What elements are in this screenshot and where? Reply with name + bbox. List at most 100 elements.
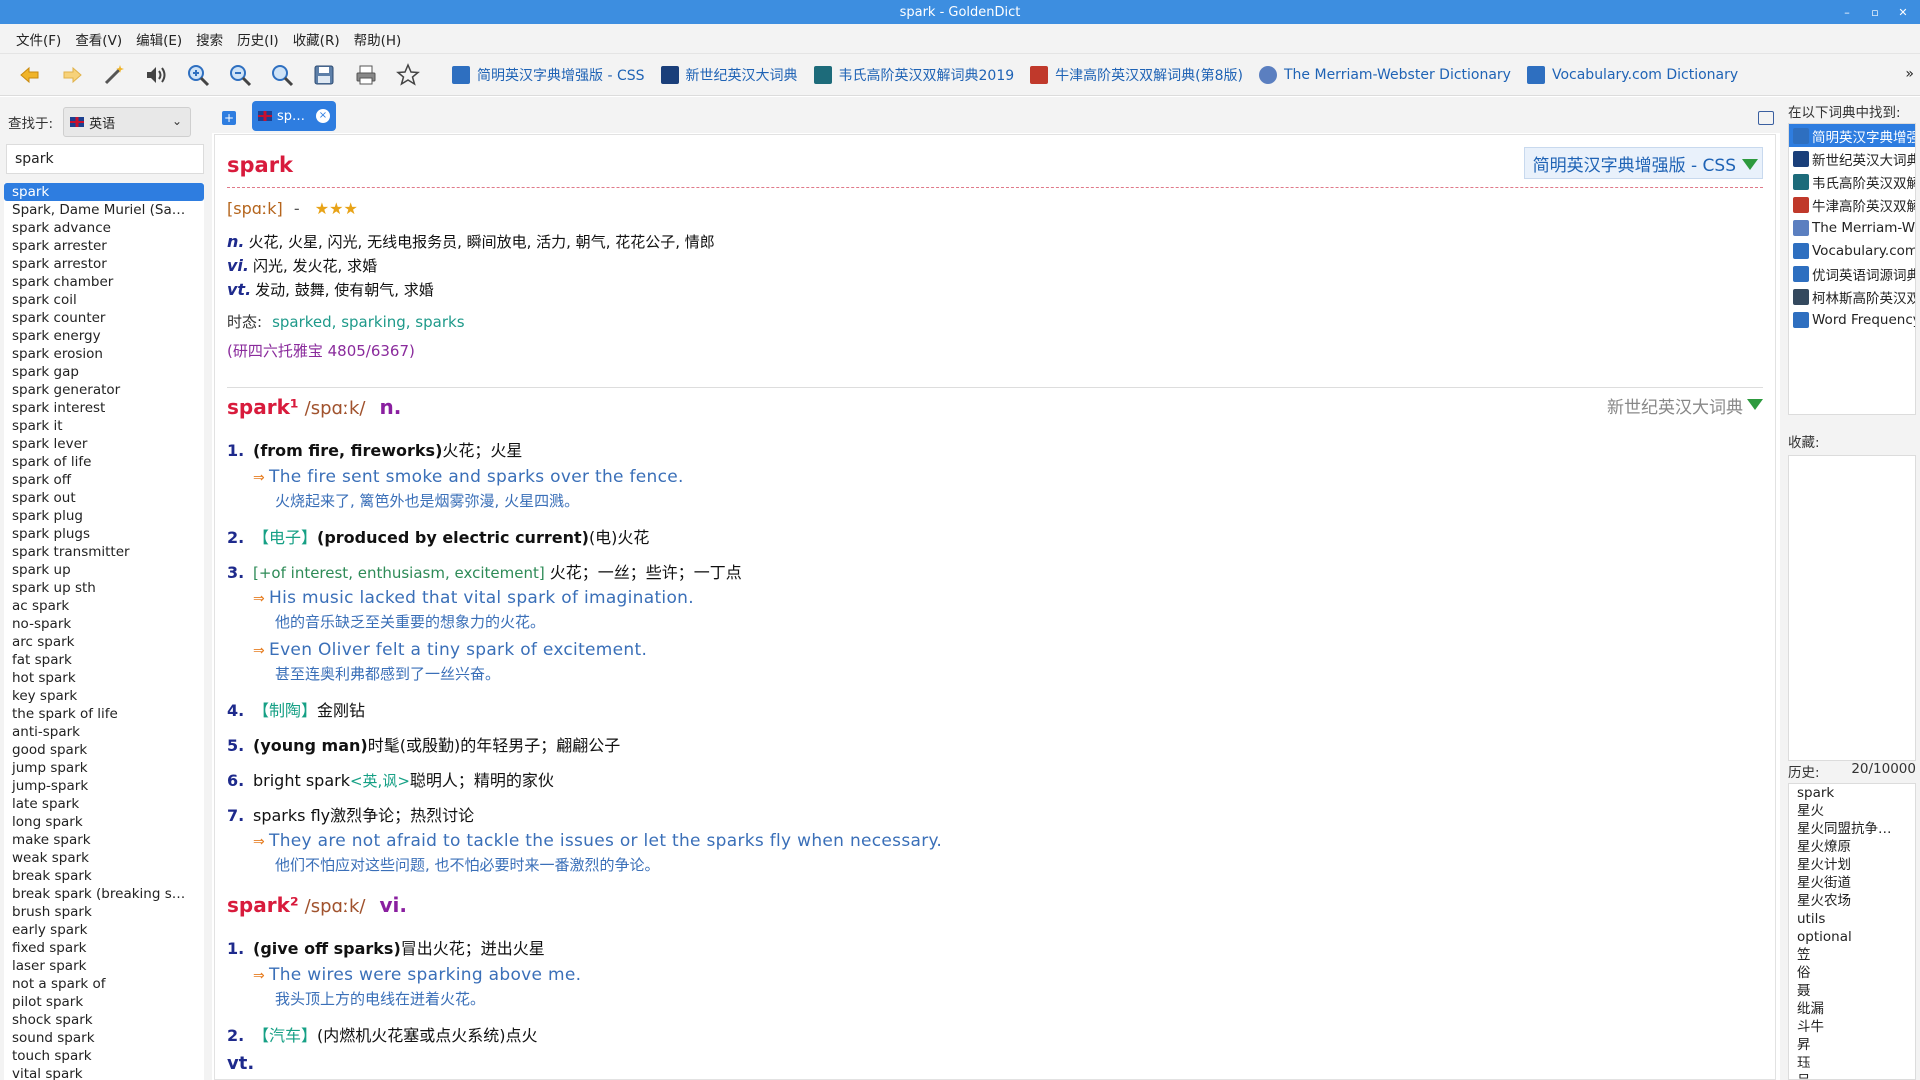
word-list-item[interactable]: jump-spark bbox=[4, 777, 204, 795]
word-list-item[interactable]: spark gap bbox=[4, 363, 204, 381]
maximize-icon[interactable]: ▫ bbox=[1868, 6, 1882, 19]
word-list-item[interactable]: fixed spark bbox=[4, 939, 204, 957]
menu-file[interactable]: 文件(F) bbox=[14, 29, 63, 49]
dict-button-1[interactable]: 简明英汉字典增强版 - CSS bbox=[452, 65, 645, 85]
word-list-item[interactable]: good spark bbox=[4, 741, 204, 759]
minimize-icon[interactable]: – bbox=[1840, 6, 1854, 19]
word-list-item[interactable]: ac spark bbox=[4, 597, 204, 615]
word-list-item[interactable]: laser spark bbox=[4, 957, 204, 975]
word-list-item[interactable]: spark it bbox=[4, 417, 204, 435]
history-item[interactable]: 珏 bbox=[1789, 1054, 1915, 1072]
history-item[interactable]: 星火同盟抗争… bbox=[1789, 820, 1915, 838]
dict-button-2[interactable]: 新世纪英汉大词典 bbox=[660, 65, 798, 85]
forward-icon[interactable] bbox=[58, 61, 86, 89]
history-item[interactable]: 昇 bbox=[1789, 1036, 1915, 1054]
word-list-item[interactable]: spark coil bbox=[4, 291, 204, 309]
article-view[interactable]: spark 简明英汉字典增强版 - CSS [spɑːk] - ★★★ n. 火花… bbox=[214, 134, 1776, 1080]
word-list-item[interactable]: spark bbox=[4, 183, 204, 201]
close-tab-icon[interactable]: × bbox=[316, 109, 330, 123]
word-list-item[interactable]: late spark bbox=[4, 795, 204, 813]
word-list-item[interactable]: shock spark bbox=[4, 1011, 204, 1029]
history-item[interactable]: 斗牛 bbox=[1789, 1018, 1915, 1036]
favorite-star-icon[interactable] bbox=[394, 61, 422, 89]
zoom-in-icon[interactable] bbox=[184, 61, 212, 89]
found-dictionary-item[interactable]: Vocabulary.com Dictionary bbox=[1789, 239, 1915, 262]
verb-forms-value[interactable]: sparked, sparking, sparks bbox=[272, 313, 464, 331]
word-list-item[interactable]: spark erosion bbox=[4, 345, 204, 363]
word-list-item[interactable]: not a spark of bbox=[4, 975, 204, 993]
word-list-item[interactable]: spark of life bbox=[4, 453, 204, 471]
word-list-item[interactable]: touch spark bbox=[4, 1047, 204, 1065]
back-icon[interactable] bbox=[16, 61, 44, 89]
word-list-item[interactable]: the spark of life bbox=[4, 705, 204, 723]
word-list-item[interactable]: spark out bbox=[4, 489, 204, 507]
word-list-item[interactable]: Spark, Dame Muriel (Sa… bbox=[4, 201, 204, 219]
search-input[interactable]: spark bbox=[6, 144, 204, 174]
history-item[interactable]: optional bbox=[1789, 928, 1915, 946]
history-item[interactable]: 纰漏 bbox=[1789, 1000, 1915, 1018]
collapse-triangle-icon[interactable] bbox=[1742, 159, 1758, 170]
pronounce-icon[interactable] bbox=[142, 61, 170, 89]
close-icon[interactable]: ✕ bbox=[1896, 6, 1910, 19]
dict-badge-2[interactable]: 新世纪英汉大词典 bbox=[1607, 393, 1763, 418]
word-list-item[interactable]: spark advance bbox=[4, 219, 204, 237]
dict-button-5[interactable]: The Merriam-Webster Dictionary bbox=[1259, 65, 1511, 84]
menu-search[interactable]: 搜索 bbox=[194, 29, 225, 49]
word-list-item[interactable]: no-spark bbox=[4, 615, 204, 633]
word-list-item[interactable]: spark arrestor bbox=[4, 255, 204, 273]
found-dictionary-item[interactable]: 简明英汉字典增强版 - CSS bbox=[1789, 124, 1915, 147]
history-list[interactable]: spark 星火 星火同盟抗争… 星火燎原 星火计划 星火街道 星火农场 utils optio… bbox=[1788, 783, 1916, 1080]
word-list-item[interactable]: spark lever bbox=[4, 435, 204, 453]
word-list-item[interactable]: break spark (breaking s… bbox=[4, 885, 204, 903]
word-list-item[interactable]: spark transmitter bbox=[4, 543, 204, 561]
found-dictionary-item[interactable]: 韦氏高阶英汉双解词典2019 bbox=[1789, 170, 1915, 193]
collapse-triangle-icon[interactable] bbox=[1747, 399, 1763, 410]
history-item[interactable]: 笠 bbox=[1789, 946, 1915, 964]
menu-view[interactable]: 查看(V) bbox=[73, 29, 124, 49]
word-list-item[interactable]: spark generator bbox=[4, 381, 204, 399]
word-list-item[interactable]: spark chamber bbox=[4, 273, 204, 291]
tab-list-icon[interactable] bbox=[1758, 111, 1774, 125]
word-list-item[interactable]: key spark bbox=[4, 687, 204, 705]
word-list-item[interactable]: weak spark bbox=[4, 849, 204, 867]
word-list-item[interactable]: hot spark bbox=[4, 669, 204, 687]
history-item[interactable]: 俗 bbox=[1789, 964, 1915, 982]
word-list[interactable]: spark Spark, Dame Muriel (Sa… spark advanc… bbox=[4, 183, 204, 1080]
menu-favorites[interactable]: 收藏(R) bbox=[291, 29, 342, 49]
found-dictionary-item[interactable]: 柯林斯高阶英汉双解词典 bbox=[1789, 285, 1915, 308]
menu-help[interactable]: 帮助(H) bbox=[352, 29, 404, 49]
word-list-item[interactable]: pilot spark bbox=[4, 993, 204, 1011]
dict-button-3[interactable]: 韦氏高阶英汉双解词典2019 bbox=[813, 65, 1014, 85]
found-dictionaries-list[interactable]: 简明英汉字典增强版 - CSS 新世纪英汉大词典韦氏高阶英汉双解词典2019 牛津高… bbox=[1788, 123, 1916, 415]
word-list-item[interactable]: spark arrester bbox=[4, 237, 204, 255]
word-list-item[interactable]: early spark bbox=[4, 921, 204, 939]
word-list-item[interactable]: vital spark bbox=[4, 1065, 204, 1080]
magic-wand-icon[interactable] bbox=[100, 61, 128, 89]
menu-history[interactable]: 历史(I) bbox=[235, 29, 281, 49]
found-dictionary-item[interactable]: 牛津高阶英汉双解词典(第8版) bbox=[1789, 193, 1915, 216]
favorites-list[interactable] bbox=[1788, 455, 1916, 761]
found-dictionary-item[interactable]: Word Frequency bbox=[1789, 308, 1915, 331]
word-list-item[interactable]: break spark bbox=[4, 867, 204, 885]
history-item[interactable]: 星火农场 bbox=[1789, 892, 1915, 910]
zoom-reset-icon[interactable] bbox=[268, 61, 296, 89]
history-item[interactable]: 星火街道 bbox=[1789, 874, 1915, 892]
history-item[interactable]: 星火燎原 bbox=[1789, 838, 1915, 856]
word-list-item[interactable]: sound spark bbox=[4, 1029, 204, 1047]
language-select[interactable]: 英语 ⌄ bbox=[63, 107, 192, 137]
word-list-item[interactable]: arc spark bbox=[4, 633, 204, 651]
history-item[interactable]: utils bbox=[1789, 910, 1915, 928]
word-list-item[interactable]: spark energy bbox=[4, 327, 204, 345]
new-tab-button[interactable]: + bbox=[222, 111, 236, 125]
word-list-item[interactable]: spark counter bbox=[4, 309, 204, 327]
print-icon[interactable] bbox=[352, 61, 380, 89]
word-list-item[interactable]: brush spark bbox=[4, 903, 204, 921]
save-icon[interactable] bbox=[310, 61, 338, 89]
history-item[interactable]: 呈… bbox=[1789, 1072, 1915, 1079]
word-list-item[interactable]: make spark bbox=[4, 831, 204, 849]
found-dictionary-item[interactable]: 新世纪英汉大词典 bbox=[1789, 147, 1915, 170]
word-list-item[interactable]: spark plugs bbox=[4, 525, 204, 543]
menu-edit[interactable]: 编辑(E) bbox=[134, 29, 184, 49]
word-list-item[interactable]: spark interest bbox=[4, 399, 204, 417]
dict-button-4[interactable]: 牛津高阶英汉双解词典(第8版) bbox=[1030, 65, 1243, 85]
